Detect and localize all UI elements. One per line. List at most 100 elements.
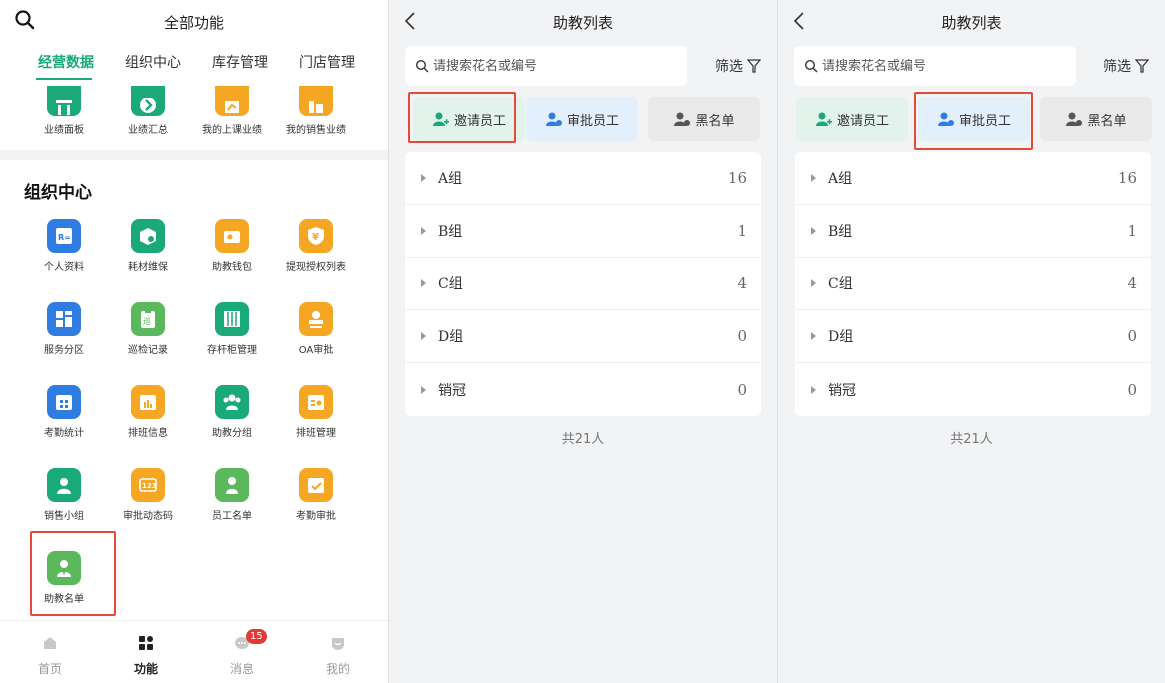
caret-right-icon (421, 173, 426, 182)
group-name: 销冠 (828, 382, 856, 399)
grid-label: 耗材维保 (128, 262, 168, 273)
caret-right-icon (421, 385, 426, 394)
grid-item-consumables[interactable]: 耗材维保 (106, 219, 190, 273)
svg-text:R=: R= (58, 233, 71, 242)
total-count: 共21人 (561, 432, 605, 447)
svg-text:123: 123 (142, 482, 157, 490)
group-count: 0 (737, 327, 747, 346)
group-icon (215, 385, 249, 419)
group-row[interactable]: B组 1 (795, 205, 1151, 258)
filter-button[interactable]: 筛选 (1103, 56, 1149, 76)
section-divider (0, 150, 388, 160)
group-row[interactable]: C组 4 (405, 258, 761, 311)
grid-item-cue-cabinet[interactable]: 存杆柜管理 (190, 302, 274, 356)
group-name: 销冠 (438, 382, 466, 399)
grid-item-performance-summary[interactable]: 业绩汇总 (106, 86, 190, 136)
tab-store[interactable]: 门店管理 (282, 52, 372, 72)
approve-employee-button[interactable]: 审批员工 (526, 97, 638, 141)
layout-icon (47, 302, 81, 336)
arrow-icon (131, 86, 165, 116)
nav-label: 首页 (37, 662, 62, 676)
group-row[interactable]: 销冠 0 (795, 363, 1151, 416)
search-input[interactable] (433, 58, 673, 74)
grid-item-inspection[interactable]: 巡 巡检记录 (106, 302, 190, 356)
grid-label: 排班信息 (128, 428, 168, 439)
search-icon (415, 59, 429, 73)
grid-item-class-performance[interactable]: 我的上课业绩 (190, 86, 274, 136)
group-row[interactable]: B组 1 (405, 205, 761, 258)
grid-item-employee-list[interactable]: 员工名单 (190, 468, 274, 522)
group-row[interactable]: D组 0 (405, 310, 761, 364)
grid-item-withdraw-auth[interactable]: ¥ 提现授权列表 (274, 219, 358, 273)
cabinet-icon (215, 302, 249, 336)
id-card-icon: R= (47, 219, 81, 253)
tab-underline (36, 78, 92, 80)
class-icon (215, 86, 249, 116)
grid-item-attendance-stats[interactable]: 考勤统计 (22, 385, 106, 439)
message-badge: 15 (246, 629, 267, 644)
grid-label: 审批动态码 (123, 511, 173, 522)
grid-item-wallet[interactable]: 助教钱包 (190, 219, 274, 273)
nav-label: 消息 (229, 662, 254, 676)
grid-item-oa-approval[interactable]: OA审批 (274, 302, 358, 356)
page-title: 助教列表 (941, 14, 1002, 32)
grid-label: 排班管理 (296, 428, 336, 439)
filter-button[interactable]: 筛选 (715, 56, 761, 76)
tab-business-data[interactable]: 经营数据 (21, 52, 111, 72)
group-row[interactable]: C组 4 (795, 258, 1151, 311)
grid-label: 存杆柜管理 (207, 345, 257, 356)
grid-item-sales-performance[interactable]: 我的销售业绩 (274, 86, 358, 136)
search-input[interactable] (822, 58, 1062, 74)
assistant-list-panel-approve: 助教列表 筛选 邀请员工 审批员工 黑名单 A组16 B组1 C组4 D组0 销… (778, 0, 1165, 683)
grid-label: OA审批 (298, 345, 334, 356)
profile-icon (332, 638, 344, 650)
nav-profile[interactable]: 我的 (298, 635, 378, 677)
nav-home[interactable]: 首页 (10, 635, 90, 677)
grid-item-schedule-info[interactable]: 排班信息 (106, 385, 190, 439)
grid-item-service-zone[interactable]: 服务分区 (22, 302, 106, 356)
tab-org-center[interactable]: 组织中心 (108, 52, 198, 72)
caret-right-icon (811, 385, 816, 394)
group-row[interactable]: 销冠 0 (405, 363, 761, 416)
group-list: A组 16 B组 1 C组 4 D组 0 销冠 0 (795, 152, 1151, 416)
search-icon (804, 59, 818, 73)
grid-item-sales-team[interactable]: 销售小组 (22, 468, 106, 522)
group-count: 0 (1127, 380, 1137, 399)
blacklist-button[interactable]: 黑名单 (1040, 97, 1152, 141)
caret-right-icon (811, 279, 816, 288)
grid-label: 业绩汇总 (128, 125, 168, 136)
invite-employee-button[interactable]: 邀请员工 (796, 97, 908, 141)
grid-item-assistant-groups[interactable]: 助教分组 (190, 385, 274, 439)
group-name: B组 (828, 223, 853, 240)
code-icon: 123 (131, 468, 165, 502)
business-data-row: 业绩面板 业绩汇总 我的上课业绩 我的销售业绩 (0, 86, 388, 148)
grid-item-attendance-approval[interactable]: 考勤审批 (274, 468, 358, 522)
nav-messages[interactable]: 15 消息 (202, 629, 282, 677)
function-panel: 全部功能 经营数据 组织中心 库存管理 门店管理 业绩面板 业绩汇总 我的上课业… (0, 0, 388, 683)
grid-item-profile[interactable]: R= 个人资料 (22, 219, 106, 273)
add-user-icon (815, 112, 832, 126)
caret-right-icon (811, 332, 816, 341)
home-icon (44, 637, 56, 649)
group-row[interactable]: A组 16 (405, 152, 761, 205)
tab-inventory[interactable]: 库存管理 (195, 52, 285, 72)
block-user-icon (1066, 112, 1083, 126)
grid-label: 巡检记录 (128, 345, 168, 356)
group-row[interactable]: D组 0 (795, 310, 1151, 364)
calendar-check-icon (299, 468, 333, 502)
filter-label: 筛选 (715, 59, 743, 75)
group-name: C组 (828, 276, 853, 293)
page-title: 全部功能 (163, 14, 224, 32)
group-name: D组 (828, 329, 854, 346)
nav-functions[interactable]: 功能 (106, 635, 186, 677)
grid-item-schedule-management[interactable]: 排班管理 (274, 385, 358, 439)
grid-label: 业绩面板 (44, 125, 84, 136)
blacklist-button[interactable]: 黑名单 (648, 97, 760, 141)
group-row[interactable]: A组 16 (795, 152, 1151, 205)
shield-yen-icon: ¥ (299, 219, 333, 253)
grid-item-approval-code[interactable]: 123 审批动态码 (106, 468, 190, 522)
nav-label: 我的 (325, 662, 350, 676)
grid-item-performance-panel[interactable]: 业绩面板 (22, 86, 106, 136)
page-title: 助教列表 (552, 14, 613, 32)
invite-label: 邀请员工 (836, 113, 889, 129)
